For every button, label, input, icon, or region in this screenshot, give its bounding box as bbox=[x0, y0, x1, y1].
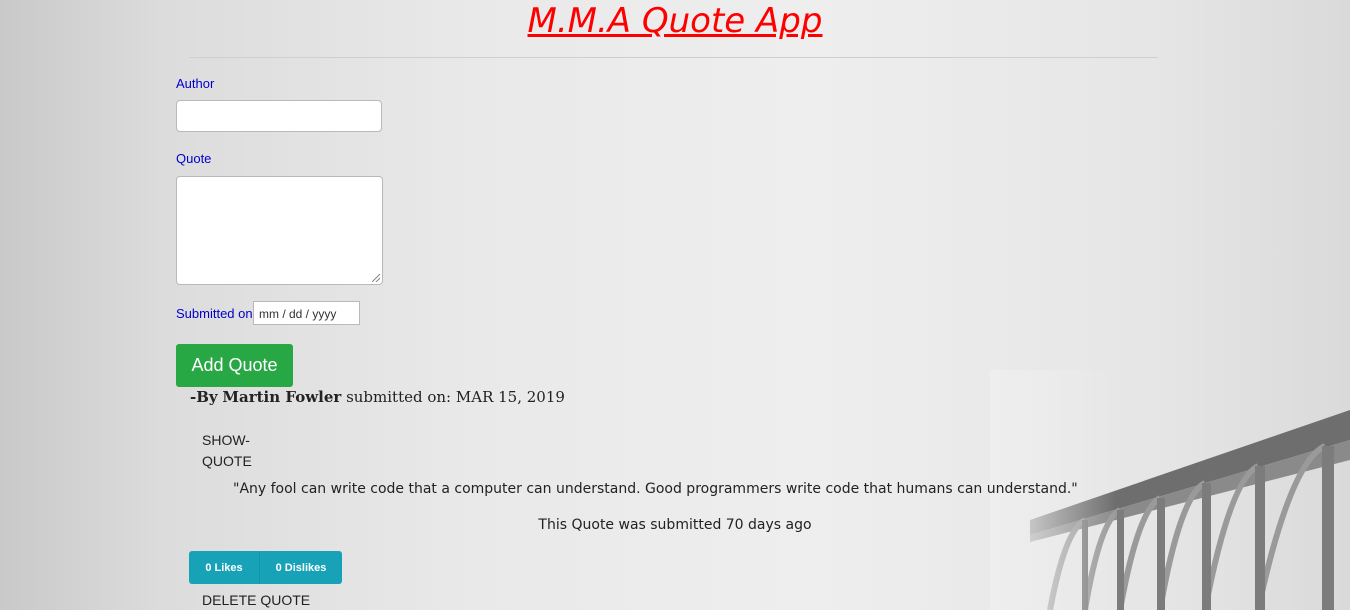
quote-author: Martin Fowler bbox=[222, 388, 342, 406]
title-divider bbox=[189, 57, 1158, 58]
submitted-on-label: Submitted on bbox=[176, 306, 253, 321]
quote-age-text: This Quote was submitted 70 days ago bbox=[538, 517, 812, 533]
like-button[interactable]: 0 Likes bbox=[189, 551, 259, 584]
quote-byline: -By Martin Fowler submitted on: MAR 15, … bbox=[190, 388, 565, 406]
byline-prefix: -By bbox=[190, 388, 218, 406]
add-quote-button[interactable]: Add Quote bbox=[176, 344, 293, 387]
quote-date: MAR 15, 2019 bbox=[455, 388, 565, 406]
app-title: M.M.A Quote App bbox=[527, 1, 823, 41]
quote-text: "Any fool can write code that a computer… bbox=[233, 481, 1078, 497]
quote-label: Quote bbox=[176, 151, 212, 166]
author-label: Author bbox=[176, 76, 215, 91]
quote-textarea[interactable] bbox=[176, 176, 383, 285]
submitted-on-date-input[interactable]: mm / dd / yyyy bbox=[253, 301, 360, 325]
dislike-button[interactable]: 0 Dislikes bbox=[259, 551, 342, 584]
resize-grip-icon[interactable] bbox=[372, 274, 380, 282]
delete-quote-button[interactable]: DELETE QUOTE bbox=[202, 592, 310, 608]
show-quote-toggle[interactable]: SHOW-QUOTE bbox=[202, 430, 262, 472]
submitted-on-prefix: submitted on: bbox=[346, 388, 452, 406]
vote-button-group: 0 Likes 0 Dislikes bbox=[189, 551, 342, 584]
author-input[interactable] bbox=[176, 100, 382, 132]
